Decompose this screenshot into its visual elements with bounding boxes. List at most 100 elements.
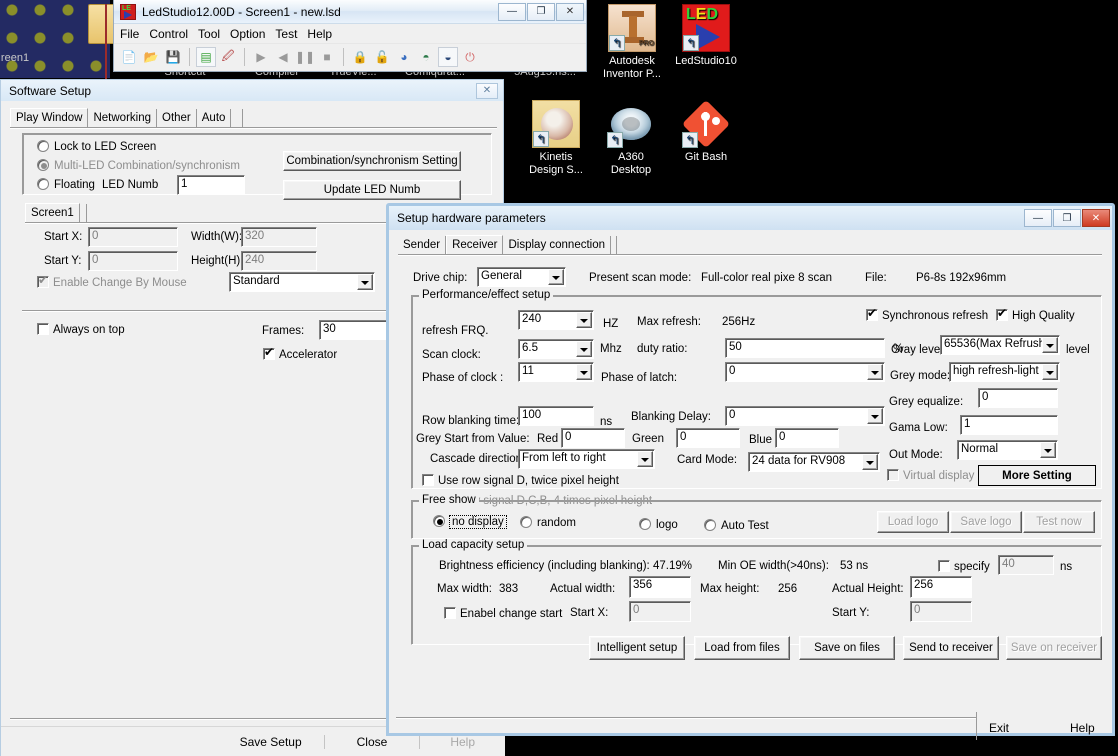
help-button[interactable]: Help [420,735,505,749]
actual-width-input[interactable]: 356 [629,576,691,598]
card-mode-combo[interactable]: 24 data for RV908 [748,452,880,472]
desktop-icon-a360[interactable]: ↰ A360 Desktop [589,100,673,177]
row-blanking-time-input[interactable]: 100 [518,406,594,426]
menu-item-help[interactable]: Help [307,27,332,41]
chevron-down-icon[interactable] [867,408,883,424]
hardware-tabs[interactable]: Sender Receiver Display connection [398,235,618,255]
chevron-down-icon[interactable] [576,364,592,380]
refresh-frq-combo[interactable]: 240 [518,310,594,330]
send-to-receiver-button[interactable]: Send to receiver [903,636,999,660]
ledstudio-titlebar[interactable]: LE LedStudio12.00D - Screen1 - new.lsd —… [114,0,586,24]
desktop-icon-git-bash[interactable]: ↰ Git Bash [664,99,748,164]
update-led-numb-button[interactable]: Update LED Numb [283,180,461,200]
tab-screen1[interactable]: Screen1 [25,203,80,223]
specify-checkbox[interactable]: specify [938,560,990,573]
grey-equalize-input[interactable]: 0 [978,388,1058,408]
hardware-minimize-button[interactable]: — [1024,209,1052,227]
chevron-down-icon[interactable] [867,364,883,380]
load-logo-button[interactable]: Load logo [877,511,949,533]
stop-icon[interactable]: ■ [317,47,337,67]
red-input[interactable]: 0 [561,428,625,448]
chevron-down-icon[interactable] [1042,364,1058,380]
screen-mode-combo[interactable]: Standard [229,272,375,292]
tab-play-window[interactable]: Play Window [10,108,89,128]
save-logo-button[interactable]: Save logo [950,511,1022,533]
display-icon[interactable]: ◓ [416,47,436,67]
open-file-icon[interactable]: 📂 [141,47,161,67]
intelligent-setup-button[interactable]: Intelligent setup [589,636,685,660]
start-y-input[interactable]: 0 [910,601,972,622]
ledstudio-window[interactable]: LE LedStudio12.00D - Screen1 - new.lsd —… [113,0,587,72]
chevron-down-icon[interactable] [1042,337,1058,353]
close-button[interactable]: Close [325,735,421,749]
tab-networking[interactable]: Networking [88,109,157,128]
desktop-icon-kinetis[interactable]: ↰ Kinetis Design S... [514,100,598,177]
gama-low-input[interactable]: 1 [960,415,1058,435]
grey-mode-combo[interactable]: high refresh-light [949,362,1060,382]
actual-height-input[interactable]: 256 [910,576,972,598]
blanking-delay-combo[interactable]: 0 [725,406,885,426]
phase-of-clock-combo[interactable]: 11 [518,362,594,382]
tab-sender[interactable]: Sender [398,236,447,255]
prev-icon[interactable]: ◀ [273,47,293,67]
hardware-dialog-titlebar[interactable]: Setup hardware parameters — ❐ ✕ [389,206,1112,230]
chevron-down-icon[interactable] [576,312,592,328]
menu-item-test[interactable]: Test [275,27,297,41]
desktop-icon-ledstudio10[interactable]: LED ↰ LedStudio10 [664,4,748,68]
exit-button[interactable]: Exit [989,721,1009,735]
brightness-icon[interactable]: ◕ [394,47,414,67]
radio-multi-led-combination[interactable]: Multi-LED Combination/synchronism [37,159,240,172]
start-y-input[interactable]: 0 [88,251,178,271]
screen-view-icon[interactable]: ▤ [196,47,216,67]
menu-item-file[interactable]: File [120,27,139,41]
cascade-direction-combo[interactable]: From left to right [518,449,655,469]
blue-input[interactable]: 0 [775,428,839,448]
save-setup-button[interactable]: Save Setup [218,735,325,749]
accelerator-checkbox[interactable]: Accelerator [263,345,337,361]
combination-synchronism-setting-button[interactable]: Combination/synchronism Setting [283,151,461,171]
specify-input[interactable]: 40 [998,555,1054,575]
radio-auto-test[interactable]: Auto Test [704,519,769,532]
frames-input[interactable]: 30 [319,320,387,340]
radio-logo[interactable]: logo [639,518,678,531]
always-on-top-checkbox[interactable]: Always on top [37,323,125,336]
hardware-close-button[interactable]: ✕ [1082,209,1110,227]
chevron-down-icon[interactable] [576,341,592,357]
enable-change-by-mouse-checkbox[interactable]: Enable Change By Mouse [37,273,187,289]
green-input[interactable]: 0 [676,428,740,448]
chevron-down-icon[interactable] [357,274,373,290]
drive-chip-combo[interactable]: General [477,267,566,287]
power-icon[interactable]: ⏻ [460,47,480,67]
ledstudio-restore-button[interactable]: ❐ [527,2,555,21]
virtual-display-checkbox[interactable]: Virtual display [887,469,974,482]
ledstudio-minimize-button[interactable]: — [498,2,526,21]
led-numb-input[interactable]: 1 [177,175,245,195]
duty-ratio-input[interactable]: 50 [725,338,885,358]
load-from-files-button[interactable]: Load from files [694,636,790,660]
radio-no-display[interactable]: no display [433,515,507,529]
enable-change-start-checkbox[interactable]: Enabel change start [444,607,562,620]
lock-icon[interactable]: 🔒 [350,47,370,67]
out-mode-combo[interactable]: Normal [957,440,1058,460]
screen-tabs[interactable]: Screen1 [25,203,87,223]
chevron-down-icon[interactable] [637,451,653,467]
tab-receiver[interactable]: Receiver [446,235,504,255]
edit-program-icon[interactable]: 🖉 [218,47,238,67]
pause-icon[interactable]: ❚❚ [295,47,315,67]
software-setup-close-button[interactable]: ✕ [476,82,498,99]
menu-item-tool[interactable]: Tool [198,27,220,41]
tab-other[interactable]: Other [157,109,197,128]
height-input[interactable]: 240 [241,251,317,271]
width-input[interactable]: 320 [241,227,317,247]
synchronous-refresh-checkbox[interactable]: Synchronous refresh [866,306,988,322]
ledstudio-toolbar[interactable]: 📄 📂 💾 ▤ 🖉 ▶ ◀ ❚❚ ■ 🔒 🔓 ◕ ◓ ◒ ⏻ [114,43,586,70]
hardware-restore-button[interactable]: ❐ [1053,209,1081,227]
play-icon[interactable]: ▶ [251,47,271,67]
ledstudio-close-button[interactable]: ✕ [556,2,584,21]
hardware-setup-icon[interactable]: ◒ [438,47,458,67]
radio-random[interactable]: random [520,516,576,529]
ledstudio-menubar[interactable]: File Control Tool Option Test Help [114,24,586,43]
radio-floating[interactable]: Floating [37,178,95,191]
chevron-down-icon[interactable] [1040,442,1056,458]
menu-item-option[interactable]: Option [230,27,265,41]
